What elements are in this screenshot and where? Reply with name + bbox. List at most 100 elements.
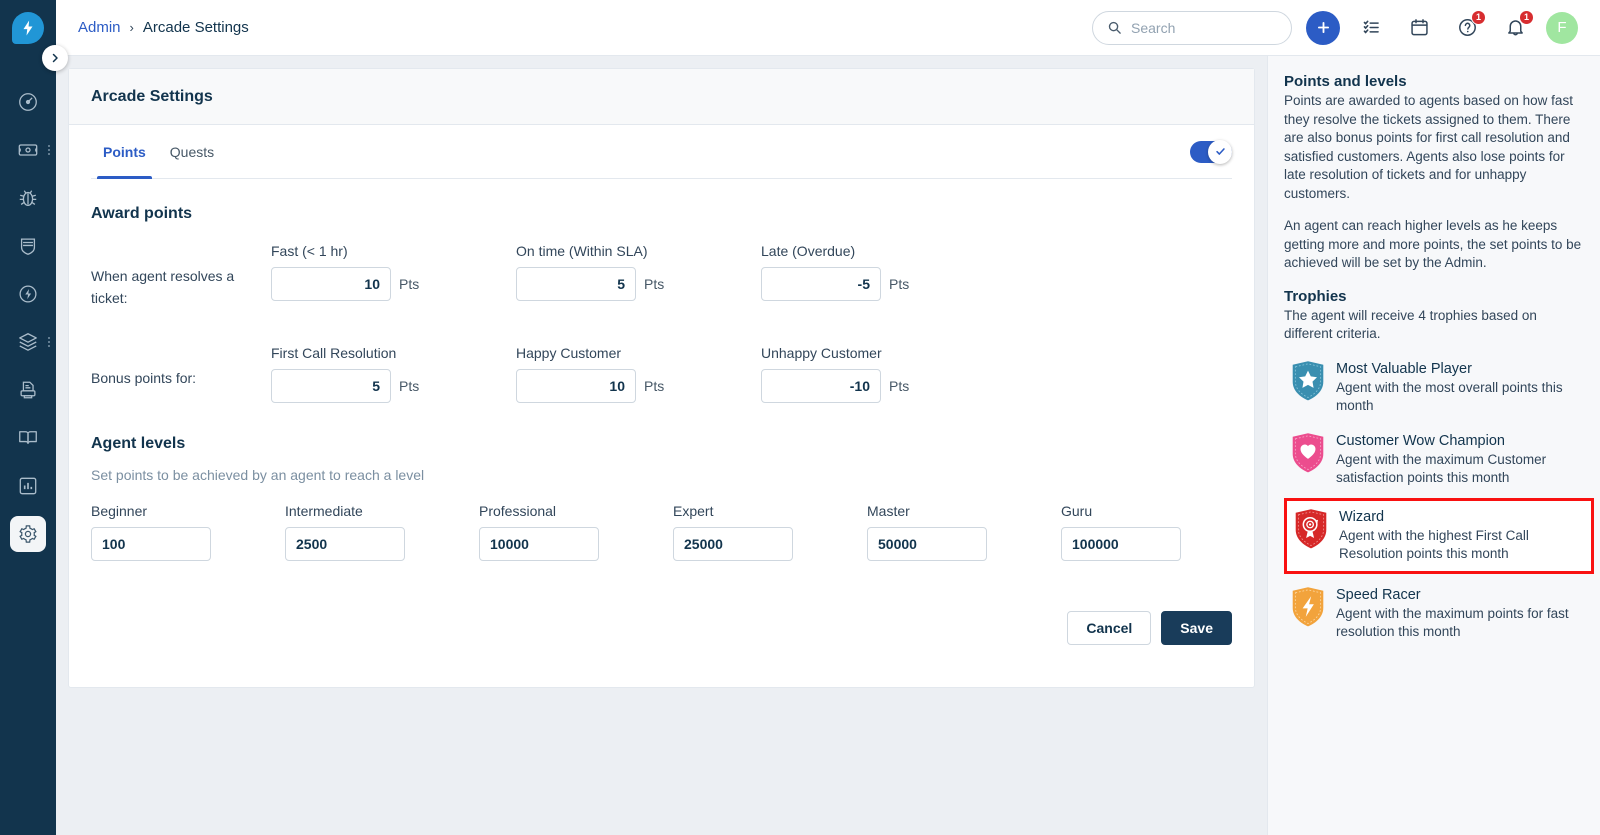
bug-icon [10, 180, 46, 216]
speedometer-icon [10, 84, 46, 120]
help-badge: 1 [1471, 9, 1486, 25]
bolt-icon [23, 20, 33, 36]
level-professional-input[interactable] [479, 527, 599, 561]
trophy-speed-racer[interactable]: Speed Racer Agent with the maximum point… [1284, 580, 1584, 648]
tab-quests[interactable]: Quests [158, 125, 226, 178]
field-ontime: On time (Within SLA) Pts [516, 243, 761, 301]
search-icon [1108, 21, 1121, 34]
tabs-row: Points Quests [91, 125, 1232, 179]
field-unhappy: Unhappy Customer Pts [761, 345, 1006, 403]
sidebar-item-solutions[interactable] [0, 414, 56, 462]
field-happy-input[interactable] [516, 369, 636, 403]
sidebar-item-releases[interactable] [0, 270, 56, 318]
trophy-text: Customer Wow Champion Agent with the max… [1336, 432, 1580, 488]
todo-button[interactable] [1354, 11, 1388, 45]
sidebar-item-analytics[interactable] [0, 462, 56, 510]
save-button[interactable]: Save [1161, 611, 1232, 645]
top-bar: Admin › Arcade Settings Search 1 1 F [56, 0, 1600, 56]
breadcrumb-admin-link[interactable]: Admin [78, 19, 121, 36]
checklist-icon [1363, 20, 1379, 34]
help-button[interactable]: 1 [1450, 9, 1486, 45]
breadcrumb-current: Arcade Settings [142, 19, 249, 36]
field-late-unit: Pts [889, 276, 910, 292]
avatar-initial: F [1557, 19, 1567, 36]
level-master-label: Master [867, 503, 910, 519]
level-intermediate: Intermediate [285, 503, 479, 561]
level-professional: Professional [479, 503, 673, 561]
main-column: Admin › Arcade Settings Search 1 1 F Arc… [56, 0, 1600, 835]
trophy-description: Agent with the highest First Call Resolu… [1339, 527, 1529, 562]
field-ontime-input[interactable] [516, 267, 636, 301]
tab-points[interactable]: Points [91, 125, 158, 179]
field-fast-unit: Pts [399, 276, 420, 292]
level-guru: Guru [1061, 503, 1255, 561]
trophy-name: Customer Wow Champion [1336, 432, 1505, 449]
gear-icon [10, 516, 46, 552]
sidebar-collapse-toggle[interactable] [42, 45, 68, 71]
calendar-button[interactable] [1402, 11, 1436, 45]
level-expert-input[interactable] [673, 527, 793, 561]
award-points-heading: Award points [91, 205, 193, 222]
resolve-ticket-row: When agent resolves a ticket: Fast (< 1 … [91, 243, 1232, 309]
field-fcr-input[interactable] [271, 369, 391, 403]
content-area: Arcade Settings Points Quests Award poin… [56, 56, 1267, 835]
level-intermediate-input[interactable] [285, 527, 405, 561]
trophy-name: Most Valuable Player [1336, 360, 1472, 377]
search-input[interactable]: Search [1092, 10, 1292, 45]
sidebar-item-tickets[interactable] [0, 126, 56, 174]
shield-icon [10, 228, 46, 264]
trophy-most-valuable-player[interactable]: Most Valuable Player Agent with the most… [1284, 354, 1584, 422]
level-guru-label: Guru [1061, 503, 1093, 519]
sidebar-more-assets[interactable] [48, 337, 50, 347]
cancel-button[interactable]: Cancel [1067, 611, 1152, 645]
book-icon [10, 420, 46, 456]
field-fcr-unit: Pts [399, 378, 420, 394]
trophy-text: Most Valuable Player Agent with the most… [1336, 360, 1580, 416]
notifications-button[interactable]: 1 [1498, 9, 1534, 45]
level-guru-input[interactable] [1061, 527, 1181, 561]
agent-levels-subtitle: Set points to be achieved by an agent to… [91, 467, 425, 483]
field-unhappy-input[interactable] [761, 369, 881, 403]
sidebar-item-problems[interactable] [0, 174, 56, 222]
bar-chart-icon [10, 468, 46, 504]
field-fcr-label: First Call Resolution [271, 345, 397, 361]
field-unhappy-unit: Pts [889, 378, 910, 394]
trophies-heading: Trophies [1284, 287, 1347, 305]
page-title: Arcade Settings [69, 69, 1254, 125]
field-fcr: First Call Resolution Pts [271, 345, 516, 403]
level-beginner: Beginner [91, 503, 285, 561]
level-expert-label: Expert [673, 503, 714, 519]
trophy-customer-wow-champion[interactable]: Customer Wow Champion Agent with the max… [1284, 426, 1584, 494]
trophies-intro: The agent will receive 4 trophies based … [1284, 307, 1537, 342]
sidebar-item-admin[interactable] [0, 510, 56, 558]
shield-bolt-icon [1292, 586, 1324, 626]
sidebar-item-assets[interactable] [0, 318, 56, 366]
field-unhappy-label: Unhappy Customer [761, 345, 882, 361]
add-new-button[interactable] [1306, 10, 1340, 45]
field-late-label: Late (Overdue) [761, 243, 856, 259]
resolve-ticket-label: When agent resolves a ticket: [91, 268, 235, 306]
level-intermediate-label: Intermediate [285, 503, 363, 519]
level-beginner-label: Beginner [91, 503, 148, 519]
sidebar-more-tickets[interactable] [48, 145, 50, 155]
trophy-text: Speed Racer Agent with the maximum point… [1336, 586, 1580, 642]
left-sidebar [0, 0, 68, 835]
field-ontime-unit: Pts [644, 276, 665, 292]
avatar[interactable]: F [1546, 11, 1578, 44]
level-master-input[interactable] [867, 527, 987, 561]
trophy-wizard[interactable]: Wizard Agent with the highest First Call… [1284, 497, 1594, 574]
sidebar-item-changes[interactable] [0, 222, 56, 270]
field-late-input[interactable] [761, 267, 881, 301]
layers-icon [10, 324, 46, 360]
arcade-enable-toggle[interactable] [1190, 139, 1232, 164]
sidebar-item-dashboard[interactable] [0, 78, 56, 126]
form-actions: Cancel Save [91, 611, 1232, 645]
document-printer-icon [10, 372, 46, 408]
trophy-description: Agent with the maximum Customer satisfac… [1336, 451, 1547, 486]
sidebar-item-purchase-orders[interactable] [0, 366, 56, 414]
trophy-name: Speed Racer [1336, 586, 1421, 603]
field-fast-input[interactable] [271, 267, 391, 301]
bonus-points-row: Bonus points for: First Call Resolution … [91, 345, 1232, 403]
toggle-knob [1208, 139, 1232, 164]
level-beginner-input[interactable] [91, 527, 211, 561]
